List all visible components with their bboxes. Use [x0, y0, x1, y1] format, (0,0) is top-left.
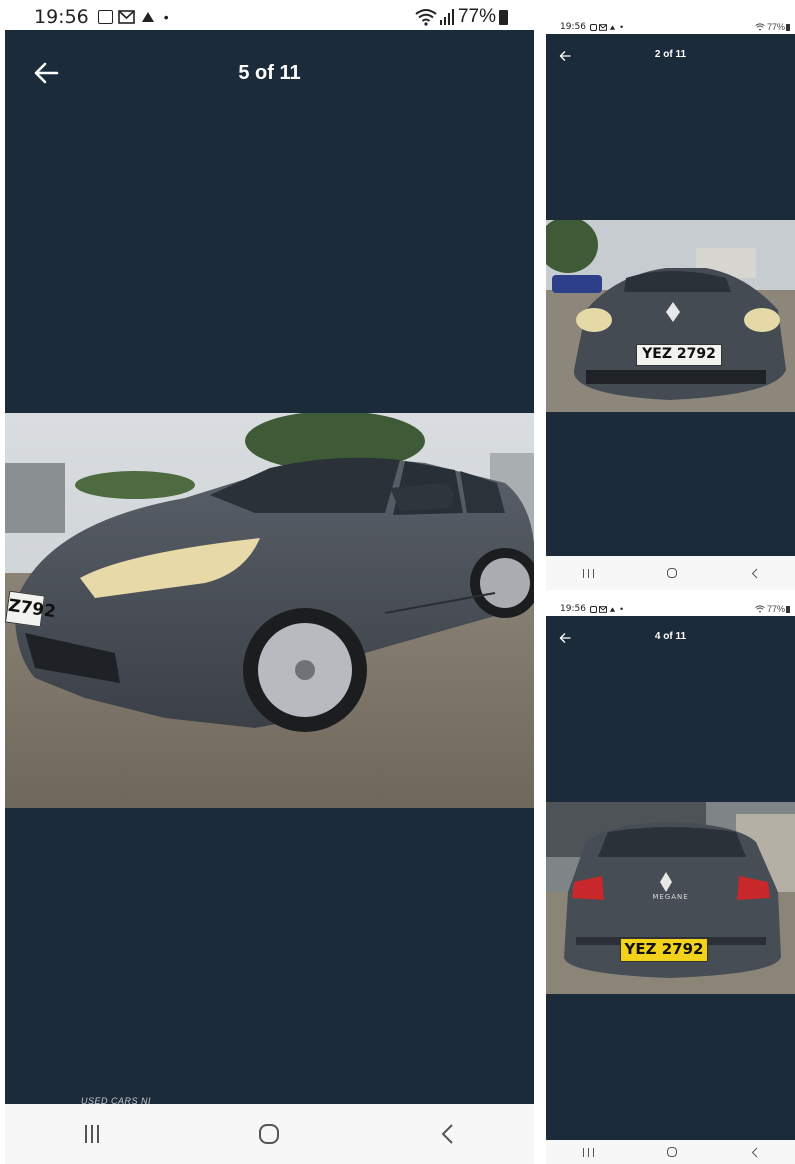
home-button[interactable]: [259, 1124, 280, 1144]
status-time: 19:56: [560, 604, 586, 614]
status-time: 19:56: [34, 6, 89, 28]
app-icon: [609, 606, 616, 612]
status-dot: •: [163, 9, 169, 25]
app-icon: [141, 12, 154, 22]
app-icon: [609, 24, 616, 30]
car-front-illustration: [546, 220, 795, 412]
top-thumb-status-bar: 19:56 • 77%: [560, 20, 790, 34]
battery-percent: 77%: [766, 604, 785, 614]
image-counter: 4 of 11: [654, 631, 687, 642]
wifi-icon: [755, 605, 765, 613]
license-plate: YEZ 2792: [636, 344, 722, 366]
gallery-icon: [589, 23, 597, 31]
gallery-icon: [97, 10, 113, 24]
recent-apps-button[interactable]: [582, 1147, 594, 1157]
top-thumb-viewer: 2 of 11 YEZ 2792: [546, 34, 795, 556]
battery-icon: [786, 23, 790, 31]
battery-percent: 77%: [457, 6, 496, 27]
image-counter: 5 of 11: [238, 62, 301, 84]
bottom-thumb-viewer: 4 of 11 MEGANE YEZ 2792: [546, 616, 795, 1140]
status-time: 19:56: [560, 22, 586, 32]
mail-icon: [598, 605, 607, 613]
home-button[interactable]: [667, 568, 678, 578]
main-nav-bar: [5, 1104, 534, 1164]
wifi-icon: [755, 23, 765, 31]
recent-apps-button[interactable]: [582, 568, 594, 578]
main-image-viewer: 5 of 11 Z792 USED CARS NI: [5, 30, 534, 1104]
license-plate: Z792: [5, 590, 57, 628]
car-photo-illustration: [5, 413, 534, 808]
status-dot: •: [619, 22, 624, 32]
gallery-icon: [589, 605, 597, 613]
car-rear-photo[interactable]: MEGANE YEZ 2792: [546, 802, 795, 994]
wifi-icon: [415, 9, 437, 26]
bottom-thumb-nav-bar: [546, 1140, 795, 1164]
mail-icon: [598, 23, 607, 31]
back-nav-icon[interactable]: [751, 1147, 758, 1158]
main-status-bar: 19:56 • 77%: [34, 4, 508, 30]
top-thumb-nav-bar: [546, 556, 795, 590]
car-front-photo[interactable]: YEZ 2792: [546, 220, 795, 412]
back-nav-icon[interactable]: [751, 568, 758, 579]
image-counter: 2 of 11: [654, 49, 687, 60]
watermark: USED CARS NI: [81, 1096, 152, 1104]
model-badge: MEGANE: [652, 893, 689, 901]
signal-icon: [439, 9, 454, 25]
bottom-thumb-status-bar: 19:56 • 77%: [560, 602, 790, 616]
mail-icon: [117, 10, 135, 24]
recent-apps-button[interactable]: [85, 1125, 100, 1143]
battery-icon: [499, 9, 508, 25]
back-nav-icon[interactable]: [440, 1123, 454, 1145]
home-button[interactable]: [667, 1147, 678, 1157]
battery-icon: [786, 605, 790, 613]
license-plate: YEZ 2792: [620, 938, 708, 962]
status-dot: •: [619, 604, 624, 614]
car-photo[interactable]: Z792: [5, 413, 534, 808]
battery-percent: 77%: [766, 22, 785, 32]
